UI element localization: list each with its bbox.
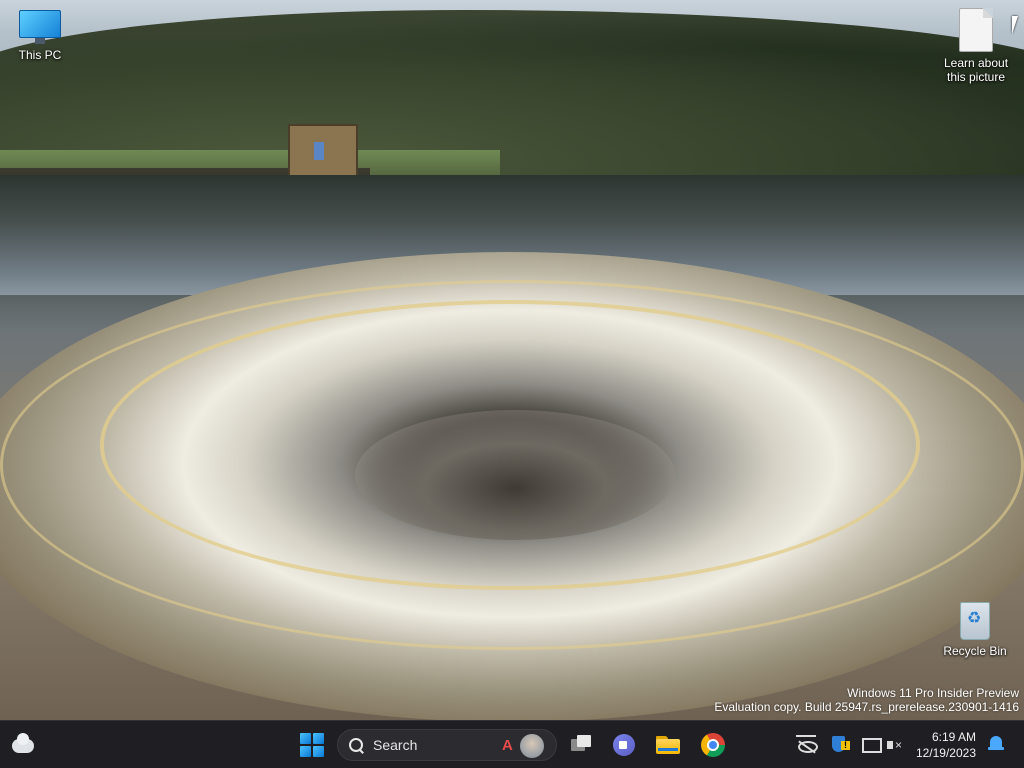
clipchamp-icon — [613, 734, 635, 756]
clock-date: 12/19/2023 — [915, 746, 976, 760]
desktop-wallpaper — [0, 0, 1024, 720]
chrome-icon — [701, 733, 725, 757]
volume-muted-icon[interactable] — [885, 735, 905, 755]
file-explorer-button[interactable] — [652, 729, 684, 761]
chrome-button[interactable] — [697, 729, 729, 761]
task-view-button[interactable] — [565, 729, 597, 761]
desktop-icon-label: This PC — [18, 48, 62, 62]
notification-bell-icon[interactable] — [988, 735, 1004, 753]
desktop-icon-label: Learn about this picture — [943, 56, 1009, 84]
desktop-icon-label: Recycle Bin — [943, 644, 1007, 658]
recycle-bin-icon: ♻ — [957, 598, 993, 640]
windows-logo-icon — [300, 733, 311, 744]
search-label: Search — [373, 737, 418, 753]
desktop-icon-recycle-bin[interactable]: ♻ Recycle Bin — [937, 598, 1013, 658]
weather-widget-icon[interactable] — [10, 733, 36, 757]
taskbar-search-box[interactable]: Search A — [337, 729, 557, 761]
taskbar: Search A 6:19 AM 12/19/2023 — [0, 720, 1024, 768]
start-button[interactable] — [300, 733, 324, 757]
document-icon — [959, 8, 993, 52]
computer-icon — [19, 10, 61, 44]
search-highlight-icon: A — [502, 733, 548, 759]
taskbar-clock[interactable]: 6:19 AM 12/19/2023 — [912, 729, 976, 761]
watermark-line-build: Evaluation copy. Build 25947.rs_prerelea… — [714, 700, 1019, 714]
folder-icon — [656, 736, 680, 754]
wallpaper-spillway-hole — [355, 410, 675, 540]
network-icon[interactable] — [861, 735, 882, 755]
search-icon — [348, 737, 364, 753]
clipchamp-button[interactable] — [608, 729, 640, 761]
hidden-icons-eye-off-icon[interactable] — [796, 735, 818, 755]
desktop-icon-this-pc[interactable]: This PC — [2, 10, 78, 62]
desktop-icon-learn-about-picture[interactable]: Learn about this picture — [938, 8, 1014, 84]
build-watermark: Windows 11 Pro Insider Preview Evaluatio… — [714, 686, 1019, 714]
clock-time: 6:19 AM — [931, 730, 976, 744]
security-warning-icon[interactable] — [829, 735, 850, 755]
mouse-cursor-icon — [1012, 16, 1024, 34]
watermark-line-edition: Windows 11 Pro Insider Preview — [847, 686, 1019, 700]
